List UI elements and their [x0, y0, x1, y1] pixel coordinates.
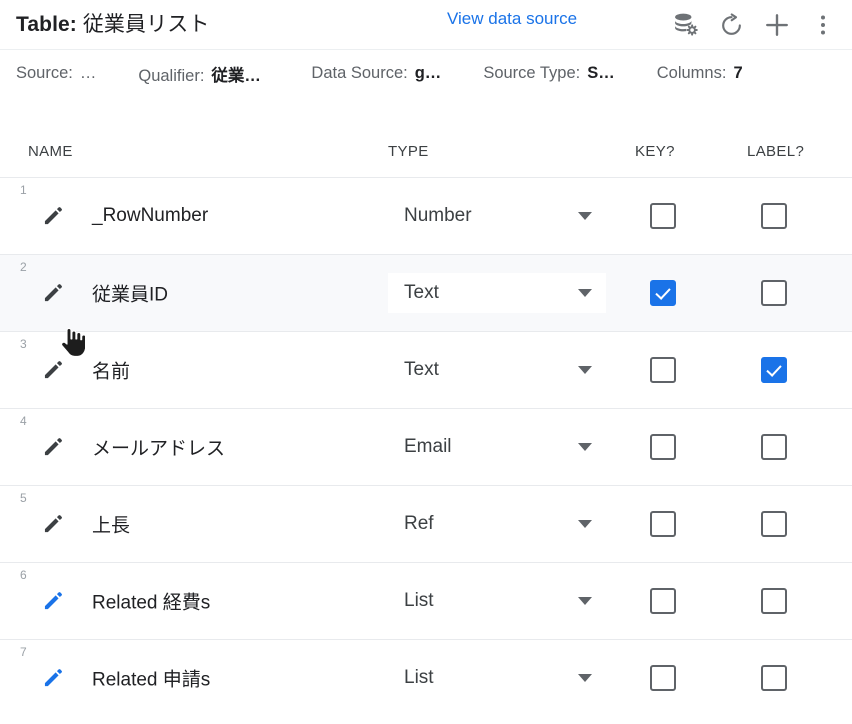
toolbar-icon-group — [662, 0, 846, 50]
row-number: 6 — [20, 568, 27, 582]
column-type-select[interactable]: List — [388, 658, 606, 698]
meta-label-data-source: Data Source: — [311, 64, 408, 82]
column-type-select[interactable]: List — [388, 581, 606, 621]
label-checkbox[interactable] — [761, 357, 787, 383]
label-checkbox[interactable] — [761, 588, 787, 614]
chevron-down-icon — [578, 289, 592, 297]
key-checkbox[interactable] — [650, 357, 676, 383]
more-vert-icon — [811, 11, 835, 39]
table-row[interactable]: 3 名前 Text — [0, 331, 852, 408]
chevron-down-icon — [578, 520, 592, 528]
key-checkbox[interactable] — [650, 434, 676, 460]
view-data-source-link[interactable]: View data source — [447, 9, 577, 29]
meta-label-source: Source: — [16, 64, 73, 82]
table-row[interactable]: 5 上長 Ref — [0, 485, 852, 562]
label-checkbox[interactable] — [761, 665, 787, 691]
column-type-select[interactable]: Text — [388, 350, 606, 390]
chevron-down-icon — [578, 443, 592, 451]
key-checkbox[interactable] — [650, 588, 676, 614]
row-number: 7 — [20, 645, 27, 659]
column-header-row: NAME TYPE KEY? LABEL? — [0, 129, 852, 177]
column-type-select[interactable]: Number — [388, 196, 606, 236]
column-name-cell[interactable]: 名前 — [92, 357, 130, 384]
edit-column-pencil-icon[interactable] — [42, 590, 64, 612]
table-row[interactable]: 2 従業員ID Text — [0, 254, 852, 331]
column-name-cell[interactable]: 従業員ID — [92, 280, 168, 307]
title-bar: Table: 従業員リスト View data source — [0, 0, 852, 50]
column-type-value: Email — [404, 436, 452, 457]
column-type-value: List — [404, 590, 434, 611]
label-checkbox[interactable] — [761, 280, 787, 306]
edit-column-pencil-icon[interactable] — [42, 205, 64, 227]
chevron-down-icon — [578, 366, 592, 374]
table-row[interactable]: 6 Related 経費s List — [0, 562, 852, 639]
column-type-value: Number — [404, 205, 472, 226]
meta-item-qualifier: Qualifier: 従業員… — [138, 62, 269, 86]
meta-item-source: Source: … — [16, 64, 96, 83]
column-type-value: List — [404, 667, 434, 688]
column-type-value: Text — [404, 282, 439, 303]
label-checkbox[interactable] — [761, 511, 787, 537]
meta-value-columns: 7 — [733, 64, 743, 82]
meta-value-source-type: S… — [587, 64, 615, 82]
edit-column-pencil-icon[interactable] — [42, 359, 64, 381]
row-number: 1 — [20, 183, 27, 197]
row-number: 2 — [20, 260, 27, 274]
meta-item-data-source: Data Source: g… — [311, 64, 441, 83]
column-type-value: Ref — [404, 513, 434, 534]
refresh-icon-button[interactable] — [708, 2, 754, 48]
column-type-select[interactable]: Email — [388, 427, 606, 467]
database-settings-icon-button[interactable] — [662, 2, 708, 48]
column-header-label: LABEL? — [747, 143, 805, 160]
meta-label-source-type: Source Type: — [483, 64, 581, 82]
table-row[interactable]: 1 _RowNumber Number — [0, 177, 852, 254]
row-number: 3 — [20, 337, 27, 351]
table-metadata-bar: Source: … Qualifier: 従業員… Data Source: g… — [0, 50, 852, 97]
chevron-down-icon — [578, 597, 592, 605]
edit-column-pencil-icon[interactable] — [42, 282, 64, 304]
column-type-select[interactable]: Ref — [388, 504, 606, 544]
refresh-icon — [718, 12, 745, 39]
edit-column-pencil-icon[interactable] — [42, 513, 64, 535]
column-type-select[interactable]: Text — [388, 273, 606, 313]
chevron-down-icon — [578, 674, 592, 682]
meta-label-columns: Columns: — [656, 64, 727, 82]
chevron-down-icon — [578, 212, 592, 220]
table-row[interactable]: 4 メールアドレス Email — [0, 408, 852, 485]
table-row[interactable]: 7 Related 申請s List — [0, 639, 852, 716]
add-column-button[interactable] — [754, 2, 800, 48]
column-header-key: KEY? — [635, 143, 675, 160]
more-options-button[interactable] — [800, 2, 846, 48]
column-name-cell[interactable]: メールアドレス — [92, 434, 225, 461]
database-settings-icon — [671, 11, 699, 39]
page-title-prefix: Table: — [16, 13, 77, 36]
column-type-value: Text — [404, 359, 439, 380]
column-header-type: TYPE — [388, 143, 429, 160]
key-checkbox[interactable] — [650, 203, 676, 229]
row-number: 5 — [20, 491, 27, 505]
row-number: 4 — [20, 414, 27, 428]
meta-value-data-source: g… — [414, 64, 442, 82]
page-title-table-name: 従業員リスト — [82, 13, 210, 36]
meta-item-columns: Columns: 7 — [657, 64, 743, 83]
meta-value-qualifier: 従業員… — [211, 66, 269, 85]
key-checkbox[interactable] — [650, 665, 676, 691]
column-name-cell[interactable]: Related 経費s — [92, 588, 210, 615]
key-checkbox[interactable] — [650, 511, 676, 537]
meta-item-source-type: Source Type: S… — [483, 64, 614, 83]
meta-value-source: … — [79, 64, 97, 82]
key-checkbox[interactable] — [650, 280, 676, 306]
label-checkbox[interactable] — [761, 434, 787, 460]
column-name-cell[interactable]: Related 申請s — [92, 665, 210, 692]
column-header-name: NAME — [28, 143, 73, 160]
page-title: Table: 従業員リスト — [16, 8, 209, 38]
edit-column-pencil-icon[interactable] — [42, 436, 64, 458]
column-name-cell[interactable]: 上長 — [92, 511, 130, 538]
label-checkbox[interactable] — [761, 203, 787, 229]
edit-column-pencil-icon[interactable] — [42, 667, 64, 689]
column-list: 1 _RowNumber Number 2 従業員ID Text 3 名前 Text 4 メールアド… — [0, 177, 852, 716]
column-name-cell[interactable]: _RowNumber — [92, 205, 208, 227]
plus-icon — [762, 10, 792, 40]
meta-label-qualifier: Qualifier: — [138, 66, 205, 85]
